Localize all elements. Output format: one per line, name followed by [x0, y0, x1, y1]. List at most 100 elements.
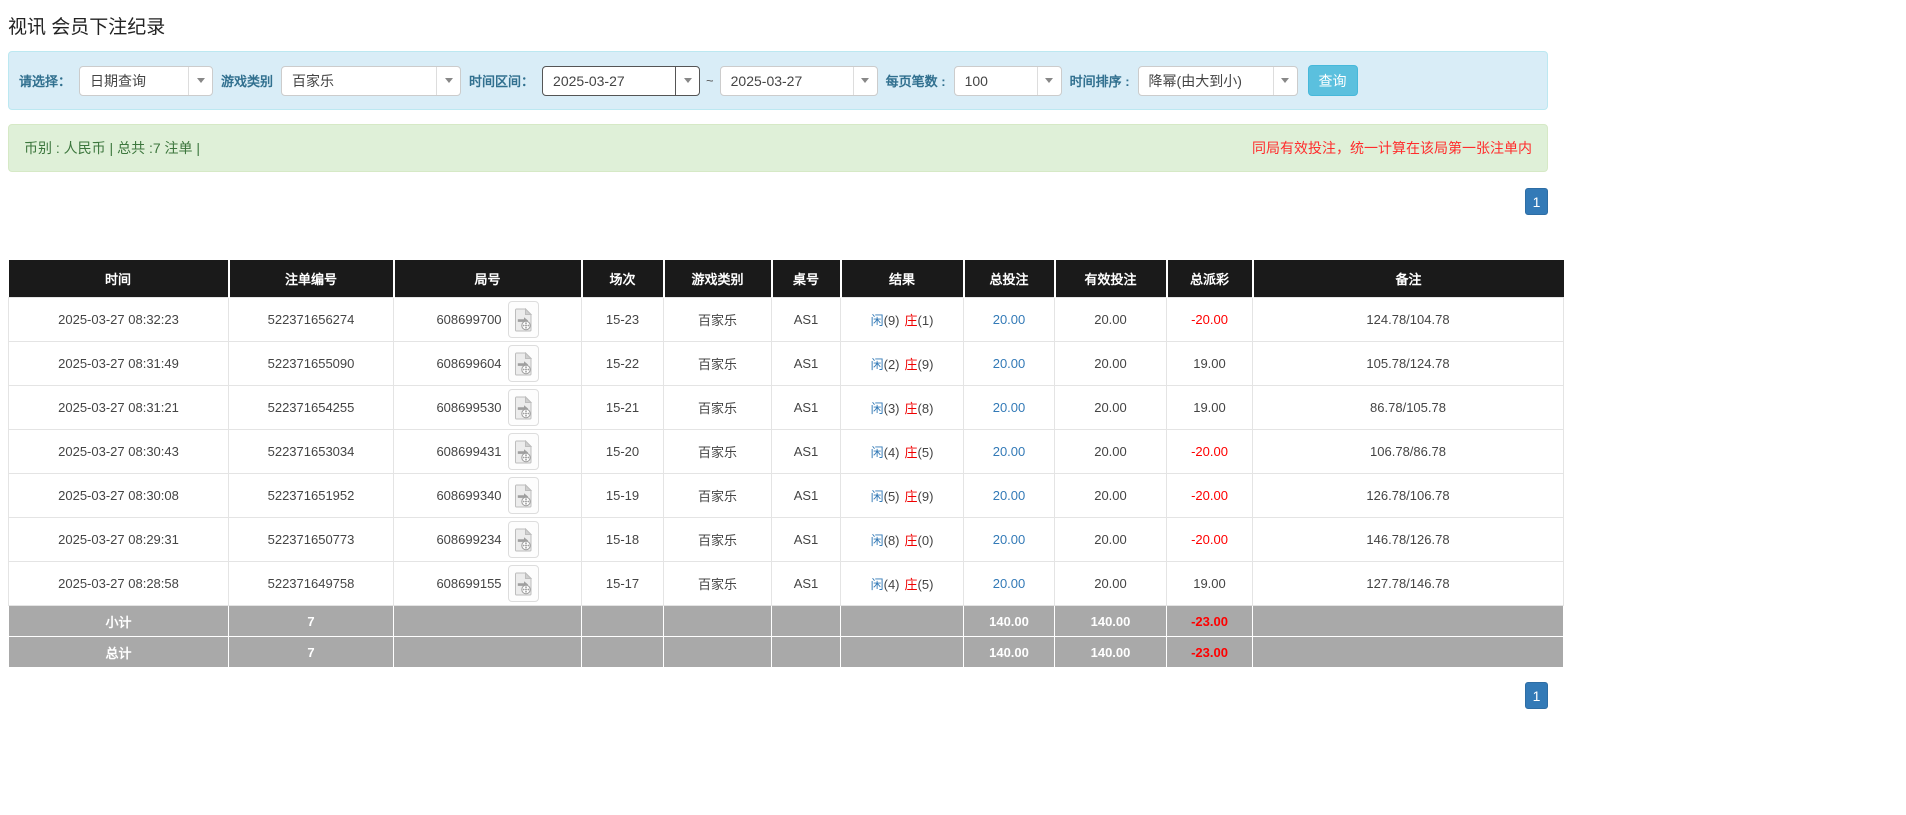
- video-record-button[interactable]: [507, 521, 539, 558]
- chevron-down-icon: [188, 66, 212, 95]
- total-row: 总计 7 140.00 140.00 -23.00: [8, 636, 1564, 668]
- game-type: 百家乐: [663, 385, 772, 430]
- banker-label: 庄: [904, 489, 918, 504]
- page-1-button[interactable]: 1: [1525, 682, 1548, 709]
- summary-bar: 币别 : 人民币 | 总共 :7 注单 | 同局有效投注，统一计算在该局第一张注…: [8, 124, 1548, 172]
- video-record-button[interactable]: [507, 433, 539, 470]
- player-score: (4): [883, 577, 900, 592]
- valid-bet: 20.00: [1054, 385, 1167, 430]
- col-table-no: 桌号: [771, 260, 842, 298]
- date-to-select[interactable]: 2025-03-27: [719, 65, 878, 96]
- total-label: 总计: [8, 636, 229, 668]
- col-round-id: 局号: [393, 260, 583, 298]
- bet-time: 2025-03-27 08:29:31: [8, 517, 229, 562]
- banker-score: (5): [917, 445, 934, 460]
- subtotal-count: 7: [228, 605, 394, 637]
- game-type-label: 游戏类别: [221, 74, 274, 89]
- total-bet-link[interactable]: 20.00: [993, 488, 1026, 503]
- total-bet-link[interactable]: 20.00: [993, 400, 1026, 415]
- banker-label: 庄: [904, 357, 918, 372]
- session-no: 15-19: [581, 473, 664, 518]
- col-payout: 总派彩: [1166, 260, 1254, 298]
- table-row: 2025-03-27 08:30:43 522371653034 6086994…: [8, 429, 1564, 474]
- game-result: 闲(4) 庄(5): [840, 561, 964, 606]
- banker-label: 庄: [904, 313, 918, 328]
- chevron-down-icon: [1272, 66, 1297, 95]
- video-record-button[interactable]: [507, 301, 539, 338]
- bet-id: 522371649758: [228, 561, 394, 606]
- banker-score: (5): [917, 577, 934, 592]
- date-type-select[interactable]: 日期查询: [79, 65, 214, 96]
- remark: 106.78/86.78: [1252, 429, 1564, 474]
- video-record-button[interactable]: [507, 565, 539, 602]
- page-1-button[interactable]: 1: [1525, 188, 1548, 215]
- payout: -20.00: [1166, 473, 1253, 518]
- banker-score: (1): [917, 313, 934, 328]
- banker-score: (9): [917, 489, 934, 504]
- remark: 124.78/104.78: [1252, 297, 1564, 342]
- subtotal-row: 小计 7 140.00 140.00 -23.00: [8, 605, 1564, 637]
- total-bet-link[interactable]: 20.00: [993, 576, 1026, 591]
- table-no: AS1: [771, 385, 841, 430]
- payout: -20.00: [1166, 517, 1253, 562]
- total-bet-link[interactable]: 20.00: [993, 532, 1026, 547]
- video-record-button[interactable]: [507, 345, 539, 382]
- video-file-icon: [514, 351, 532, 375]
- bet-time: 2025-03-27 08:31:49: [8, 341, 229, 386]
- total-bet-link[interactable]: 20.00: [993, 356, 1026, 371]
- game-type-select-value: 百家乐: [292, 72, 335, 89]
- bet-time: 2025-03-27 08:30:08: [8, 473, 229, 518]
- video-record-button[interactable]: [507, 477, 539, 514]
- player-score: (2): [883, 357, 900, 372]
- payout: 19.00: [1166, 385, 1253, 430]
- total-payout: -23.00: [1166, 636, 1253, 668]
- payout: -20.00: [1166, 297, 1253, 342]
- bet-time: 2025-03-27 08:31:21: [8, 385, 229, 430]
- player-score: (5): [883, 489, 900, 504]
- banker-score: (0): [917, 533, 934, 548]
- date-from-select[interactable]: 2025-03-27: [542, 65, 701, 96]
- valid-bet: 20.00: [1054, 473, 1167, 518]
- table-row: 2025-03-27 08:31:49 522371655090 6086996…: [8, 341, 1564, 386]
- total-bet-link[interactable]: 20.00: [993, 444, 1026, 459]
- table-row: 2025-03-27 08:31:21 522371654255 6086995…: [8, 385, 1564, 430]
- bet-id: 522371656274: [228, 297, 394, 342]
- game-type: 百家乐: [663, 297, 772, 342]
- game-type-select[interactable]: 百家乐: [281, 65, 462, 96]
- time-sort-select[interactable]: 降幂(由大到小): [1137, 65, 1298, 96]
- video-record-button[interactable]: [507, 389, 539, 426]
- round-id: 608699700: [436, 312, 502, 327]
- game-type: 百家乐: [663, 473, 772, 518]
- total-valid-bet: 140.00: [1054, 636, 1167, 668]
- currency-total-summary: 币别 : 人民币 | 总共 :7 注单 |: [24, 140, 201, 156]
- player-label: 闲: [870, 357, 884, 372]
- player-score: (9): [883, 313, 900, 328]
- session-no: 15-20: [581, 429, 664, 474]
- bet-records-table: 时间 注单编号 局号 场次 游戏类别 桌号 结果 总投注 有效投注 总派彩 备注…: [8, 260, 1564, 668]
- filter-bar: 请选择： 日期查询 游戏类别 百家乐 时间区间： 2025-03-27 ~ 20…: [8, 51, 1548, 110]
- game-result: 闲(3) 庄(8): [840, 385, 964, 430]
- per-page-select[interactable]: 100: [953, 65, 1062, 96]
- total-total-bet: 140.00: [963, 636, 1055, 668]
- valid-bet: 20.00: [1054, 297, 1167, 342]
- per-page-select-value: 100: [964, 72, 988, 89]
- session-no: 15-21: [581, 385, 664, 430]
- video-file-icon: [514, 527, 532, 551]
- game-result: 闲(4) 庄(5): [840, 429, 964, 474]
- game-result: 闲(5) 庄(9): [840, 473, 964, 518]
- date-to-select-value: 2025-03-27: [730, 72, 803, 89]
- total-bet-link[interactable]: 20.00: [993, 312, 1026, 327]
- game-type: 百家乐: [663, 517, 772, 562]
- round-id: 608699340: [436, 488, 502, 503]
- table-no: AS1: [771, 561, 841, 606]
- banker-label: 庄: [904, 577, 918, 592]
- search-button[interactable]: 查询: [1307, 65, 1358, 96]
- time-sort-select-value: 降幂(由大到小): [1148, 72, 1242, 89]
- round-id: 608699155: [436, 576, 502, 591]
- game-type: 百家乐: [663, 341, 772, 386]
- player-label: 闲: [870, 313, 884, 328]
- payout: -20.00: [1166, 429, 1253, 474]
- chevron-down-icon: [436, 66, 460, 95]
- round-id: 608699530: [436, 400, 502, 415]
- session-no: 15-22: [581, 341, 664, 386]
